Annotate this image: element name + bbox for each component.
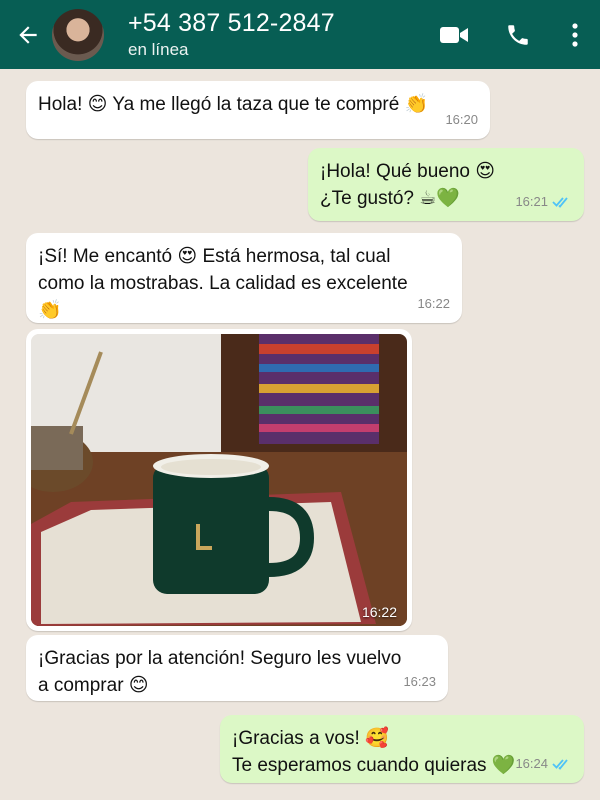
contact-name: +54 387 512-2847 <box>128 8 335 37</box>
photo[interactable]: 16:22 <box>31 334 407 626</box>
message-incoming[interactable]: Hola! 😊 Ya me llegó la taza que te compr… <box>26 81 490 139</box>
mug-photo-illustration <box>31 334 407 626</box>
message-meta: 16:23 <box>403 668 436 695</box>
message-outgoing[interactable]: ¡Gracias a vos! 🥰 Te esperamos cuando qu… <box>220 715 584 783</box>
more-options-icon <box>572 22 578 47</box>
phone-icon <box>508 24 528 45</box>
contact-status: en línea <box>128 39 189 59</box>
message-text: Hola! 😊 Ya me llegó la taza que te compr… <box>38 94 429 115</box>
message-text-line: 👏 <box>38 300 62 321</box>
message-text-line: ¡Sí! Me encantó 😍 Está hermosa, tal cual <box>38 246 391 267</box>
avatar[interactable] <box>52 8 104 61</box>
chat-header: +54 387 512-2847 en línea <box>0 0 600 69</box>
contact-info[interactable]: +54 387 512-2847 en línea <box>128 9 422 61</box>
message-text-line: a comprar 😊 <box>38 675 149 696</box>
message-time: 16:22 <box>361 604 397 620</box>
video-call-button[interactable] <box>422 0 486 69</box>
message-text-line: ¡Hola! Qué bueno 😍 <box>320 161 496 182</box>
double-check-read-icon <box>552 196 568 208</box>
message-meta: 16:21 <box>515 188 572 215</box>
double-check-read-icon <box>552 758 568 770</box>
more-options-button[interactable] <box>550 0 600 69</box>
message-time: 16:22 <box>417 296 450 311</box>
back-arrow-icon <box>19 25 37 44</box>
video-call-icon <box>440 26 468 43</box>
message-time: 16:23 <box>403 674 436 689</box>
message-time: 16:21 <box>515 194 548 209</box>
message-meta: 16:22 <box>417 290 450 317</box>
message-time: 16:24 <box>515 756 548 771</box>
message-text-line: ¡Gracias a vos! 🥰 <box>232 728 389 749</box>
message-outgoing[interactable]: ¡Hola! Qué bueno 😍 ¿Te gustó? ☕💚 16:21 <box>308 148 584 221</box>
message-text-line: como la mostrabas. La calidad es excelen… <box>38 273 408 294</box>
back-button[interactable] <box>8 0 48 69</box>
message-meta: 16:20 <box>445 106 478 133</box>
message-incoming[interactable]: ¡Sí! Me encantó 😍 Está hermosa, tal cual… <box>26 233 462 323</box>
message-image[interactable]: 16:22 <box>26 329 412 631</box>
message-incoming[interactable]: ¡Gracias por la atención! Seguro les vue… <box>26 635 448 701</box>
message-meta: 16:24 <box>515 750 572 777</box>
message-time: 16:20 <box>445 112 478 127</box>
voice-call-button[interactable] <box>486 0 550 69</box>
message-text-line: ¡Gracias por la atención! Seguro les vue… <box>38 648 402 669</box>
message-list[interactable]: Hola! 😊 Ya me llegó la taza que te compr… <box>0 69 600 800</box>
